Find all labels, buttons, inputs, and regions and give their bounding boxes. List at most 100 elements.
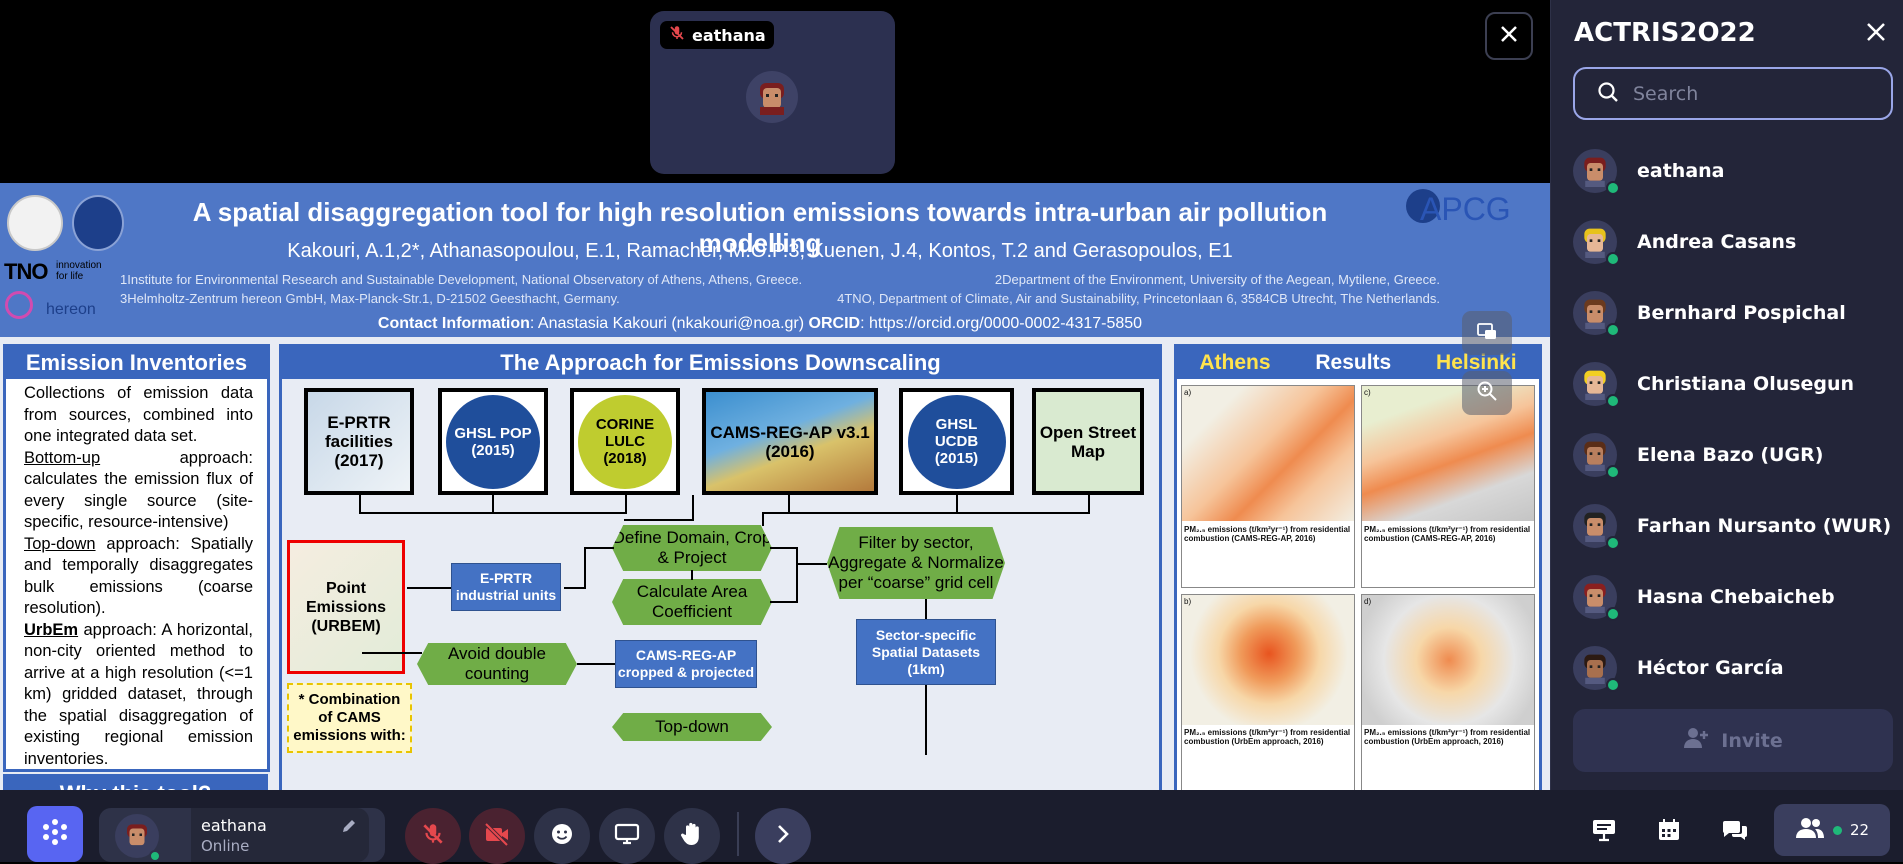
participants-count: 22 xyxy=(1849,821,1870,839)
member-name: Farhan Nursanto (WUR) xyxy=(1637,515,1892,537)
shared-screen-poster: TNO innovation for life hereon APCG A sp… xyxy=(0,183,1550,790)
current-user-card[interactable]: eathana Online xyxy=(99,808,385,862)
map-caption: PM₂.₅ emissions (t/km²yr⁻¹) from residen… xyxy=(1184,728,1351,746)
participants-button[interactable]: 22 xyxy=(1774,804,1890,856)
tno-logo: TNO xyxy=(4,259,48,284)
close-stage-button[interactable] xyxy=(1485,12,1533,60)
main-menu-button[interactable] xyxy=(27,806,83,862)
connector xyxy=(762,512,764,526)
step-define-domain: Define Domain, Crop & Project xyxy=(612,525,772,571)
online-status-dot xyxy=(1606,607,1620,621)
connector xyxy=(925,685,927,755)
source-label: Open Street Map xyxy=(1036,392,1140,491)
avatar xyxy=(1573,362,1620,408)
map-label: c) xyxy=(1364,388,1371,397)
member-name: Andrea Casans xyxy=(1637,231,1797,253)
paragraph: Top-down approach: Spatially and tempora… xyxy=(24,534,253,620)
connector xyxy=(925,599,927,619)
orcid-label: ORCID xyxy=(808,315,861,332)
connector xyxy=(796,563,827,565)
member-search[interactable] xyxy=(1573,67,1893,120)
user-name: eathana xyxy=(201,816,267,835)
contact-label: Contact Information xyxy=(377,315,530,332)
toolbar-divider xyxy=(737,812,739,856)
microphone-toggle-button[interactable] xyxy=(405,808,461,864)
hand-icon xyxy=(680,821,704,851)
popout-icon xyxy=(1476,320,1498,346)
eprtr-units-box: E-PRTR industrial units xyxy=(451,563,561,611)
calendar-icon xyxy=(1657,818,1681,846)
more-options-button[interactable] xyxy=(755,808,811,864)
participant-video-tile[interactable]: eathana xyxy=(650,11,895,174)
tno-tagline-2: for life xyxy=(56,271,84,282)
member-item[interactable]: eathana xyxy=(1573,143,1725,199)
screen-share-button[interactable] xyxy=(599,808,655,864)
source-label: CAMS-REG-AP v3.1 (2016) xyxy=(706,392,874,491)
close-icon xyxy=(1866,23,1886,46)
member-item[interactable]: Farhan Nursanto (WUR) xyxy=(1573,498,1891,554)
approach-panel: The Approach for Emissions Downscaling E… xyxy=(279,344,1162,790)
chat-button[interactable] xyxy=(1707,804,1763,860)
member-item[interactable]: Héctor García xyxy=(1573,640,1784,696)
avatar xyxy=(1573,291,1620,337)
affiliation: 4TNO, Department of Climate, Air and Sus… xyxy=(837,291,1440,306)
avatar xyxy=(1573,504,1620,550)
search-icon xyxy=(1597,81,1619,107)
member-item[interactable]: Bernhard Pospichal xyxy=(1573,285,1846,341)
invite-label: Invite xyxy=(1721,729,1783,752)
online-status-dot xyxy=(1606,323,1620,337)
source-label: E-PRTR facilities (2017) xyxy=(308,392,410,491)
member-item[interactable]: Christiana Olusegun xyxy=(1573,356,1854,412)
affiliation: 1Institute for Environmental Research an… xyxy=(120,272,803,287)
people-icon xyxy=(1795,817,1825,843)
connector xyxy=(692,495,694,521)
edit-icon[interactable] xyxy=(341,818,357,838)
paragraph: Collections of emission data from source… xyxy=(24,384,253,445)
search-input[interactable] xyxy=(1633,82,1873,105)
connector xyxy=(1088,495,1090,513)
athens-label: Athens xyxy=(1199,351,1271,374)
agenda-button[interactable] xyxy=(1576,804,1632,860)
results-map-a: a) PM₂.₅ emissions (t/km²yr⁻¹) from resi… xyxy=(1181,385,1355,588)
connector xyxy=(788,495,790,513)
source-ghsl-ucdb: GHSL UCDB (2015) xyxy=(899,388,1014,495)
term: Top-down xyxy=(24,534,96,553)
popout-screen-button[interactable] xyxy=(1462,311,1512,355)
close-sidebar-button[interactable] xyxy=(1866,22,1886,46)
emoji-button[interactable] xyxy=(534,808,590,864)
hereon-logo: hereon xyxy=(46,301,96,318)
member-item[interactable]: Hasna Chebaicheb xyxy=(1573,569,1835,625)
results-map-c: c) PM₂.₅ emissions (t/km²yr⁻¹) from resi… xyxy=(1361,385,1535,588)
member-item[interactable]: Andrea Casans xyxy=(1573,214,1796,270)
invite-button[interactable]: Invite xyxy=(1573,709,1893,772)
zoom-in-icon xyxy=(1476,380,1498,406)
connector xyxy=(407,587,451,589)
connector xyxy=(564,587,586,589)
member-item[interactable]: Elena Bazo (UGR) xyxy=(1573,427,1823,483)
member-name: Christiana Olusegun xyxy=(1637,373,1855,395)
presentation-board-icon xyxy=(1591,818,1617,846)
affiliations-row-1: 1Institute for Environmental Research an… xyxy=(120,272,1440,287)
connector xyxy=(796,547,798,601)
calendar-button[interactable] xyxy=(1641,804,1697,860)
user-info: eathana Online xyxy=(191,808,369,862)
avatar xyxy=(1573,220,1620,266)
video-stage: eathana TNO innovation for life hereon A… xyxy=(0,0,1550,790)
member-name: eathana xyxy=(1637,160,1725,182)
hereon-logo-mark xyxy=(5,291,33,319)
noa-logo xyxy=(7,195,63,251)
step-top-down: Top-down xyxy=(612,713,772,741)
source-corine: CORINE LULC (2018) xyxy=(570,388,680,495)
online-status-dot xyxy=(1606,465,1620,479)
camera-toggle-button[interactable] xyxy=(469,808,525,864)
space-title: ACTRIS2O22 xyxy=(1574,18,1756,48)
raise-hand-button[interactable] xyxy=(664,808,720,864)
map-label: b) xyxy=(1184,597,1192,606)
step-area-coefficient: Calculate Area Coefficient xyxy=(612,579,772,625)
panel-heading: The Approach for Emissions Downscaling xyxy=(282,347,1159,379)
results-map-d: d) PM₂.₅ emissions (t/km²yr⁻¹) from resi… xyxy=(1361,594,1535,790)
online-status-dot xyxy=(1606,252,1620,266)
zoom-button[interactable] xyxy=(1462,371,1512,415)
online-indicator xyxy=(1832,825,1842,835)
panel-heading: Emission Inventories xyxy=(6,347,267,379)
